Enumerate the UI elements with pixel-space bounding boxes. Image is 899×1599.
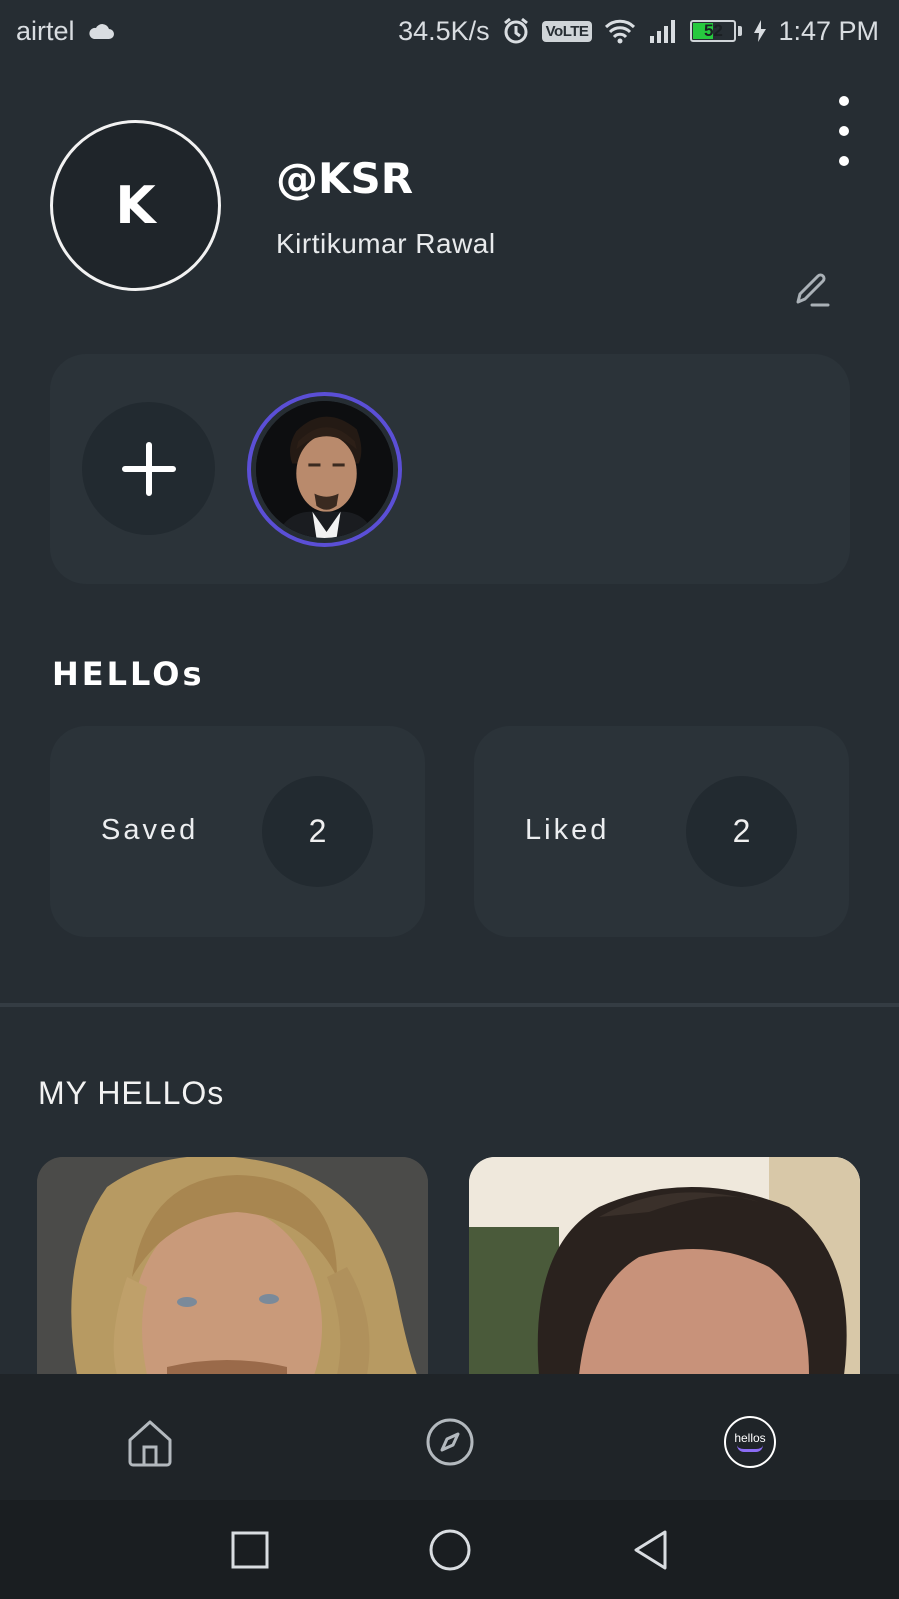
bottom-navigation: hellos (0, 1374, 899, 1500)
wifi-icon (604, 18, 636, 44)
stories-panel (50, 354, 850, 584)
more-options-icon[interactable] (828, 96, 860, 166)
volte-badge: VoLTE (541, 20, 593, 42)
add-story-button[interactable] (82, 402, 215, 535)
my-hellos-title: MY HELLOs (38, 1075, 225, 1111)
hellos-logo-icon: hellos (724, 1416, 776, 1468)
back-button[interactable] (622, 1522, 678, 1578)
section-divider (0, 1003, 899, 1007)
clock: 1:47 PM (778, 15, 879, 46)
compass-icon (426, 1418, 474, 1466)
square-icon (231, 1531, 269, 1569)
signal-icon (648, 18, 678, 44)
nav-home[interactable] (120, 1412, 180, 1472)
saved-hellos-card[interactable]: Saved 2 (50, 726, 425, 937)
liked-hellos-card[interactable]: Liked 2 (474, 726, 849, 937)
more-dot (839, 96, 849, 106)
edit-profile-icon[interactable] (790, 268, 834, 312)
story-avatar[interactable] (247, 392, 402, 547)
status-bar: airtel 34.5K/s VoLTE 52 1:47 PM (0, 0, 899, 62)
plus-icon (121, 441, 176, 496)
recent-apps-button[interactable] (222, 1522, 278, 1578)
system-navigation (0, 1500, 899, 1599)
alarm-icon (502, 17, 530, 45)
battery-level: 52 (703, 21, 723, 40)
circle-icon (429, 1529, 471, 1571)
battery-nub (738, 26, 743, 36)
story-photo (256, 401, 393, 538)
battery-icon: 52 (690, 20, 737, 42)
cloud-icon (87, 22, 115, 40)
profile-handle: @KSR (276, 154, 414, 203)
hellos-section-title: HELLOs (52, 655, 205, 693)
home-icon (128, 1420, 172, 1467)
more-dot (839, 156, 849, 166)
hellos-smile (737, 1445, 763, 1452)
hellos-logo-text: hellos (734, 1431, 766, 1445)
profile-avatar[interactable]: K (50, 120, 221, 291)
liked-count: 2 (686, 776, 797, 887)
network-speed: 34.5K/s (398, 15, 490, 46)
profile-screen: airtel 34.5K/s VoLTE 52 1:47 PM K @KSR K… (0, 0, 899, 1599)
saved-count: 2 (262, 776, 373, 887)
liked-label: Liked (525, 814, 610, 846)
back-triangle-icon (634, 1530, 667, 1570)
carrier-label: airtel (16, 15, 75, 46)
saved-label: Saved (101, 814, 199, 846)
nav-profile[interactable]: hellos (720, 1412, 780, 1472)
my-hello-thumbnail[interactable] (37, 1157, 428, 1375)
avatar-initial: K (115, 175, 156, 236)
profile-name: Kirtikumar Rawal (276, 228, 496, 259)
more-dot (839, 126, 849, 136)
charging-icon (754, 20, 767, 42)
my-hello-thumbnail[interactable] (469, 1157, 860, 1375)
system-home-button[interactable] (422, 1522, 478, 1578)
nav-explore[interactable] (420, 1412, 480, 1472)
